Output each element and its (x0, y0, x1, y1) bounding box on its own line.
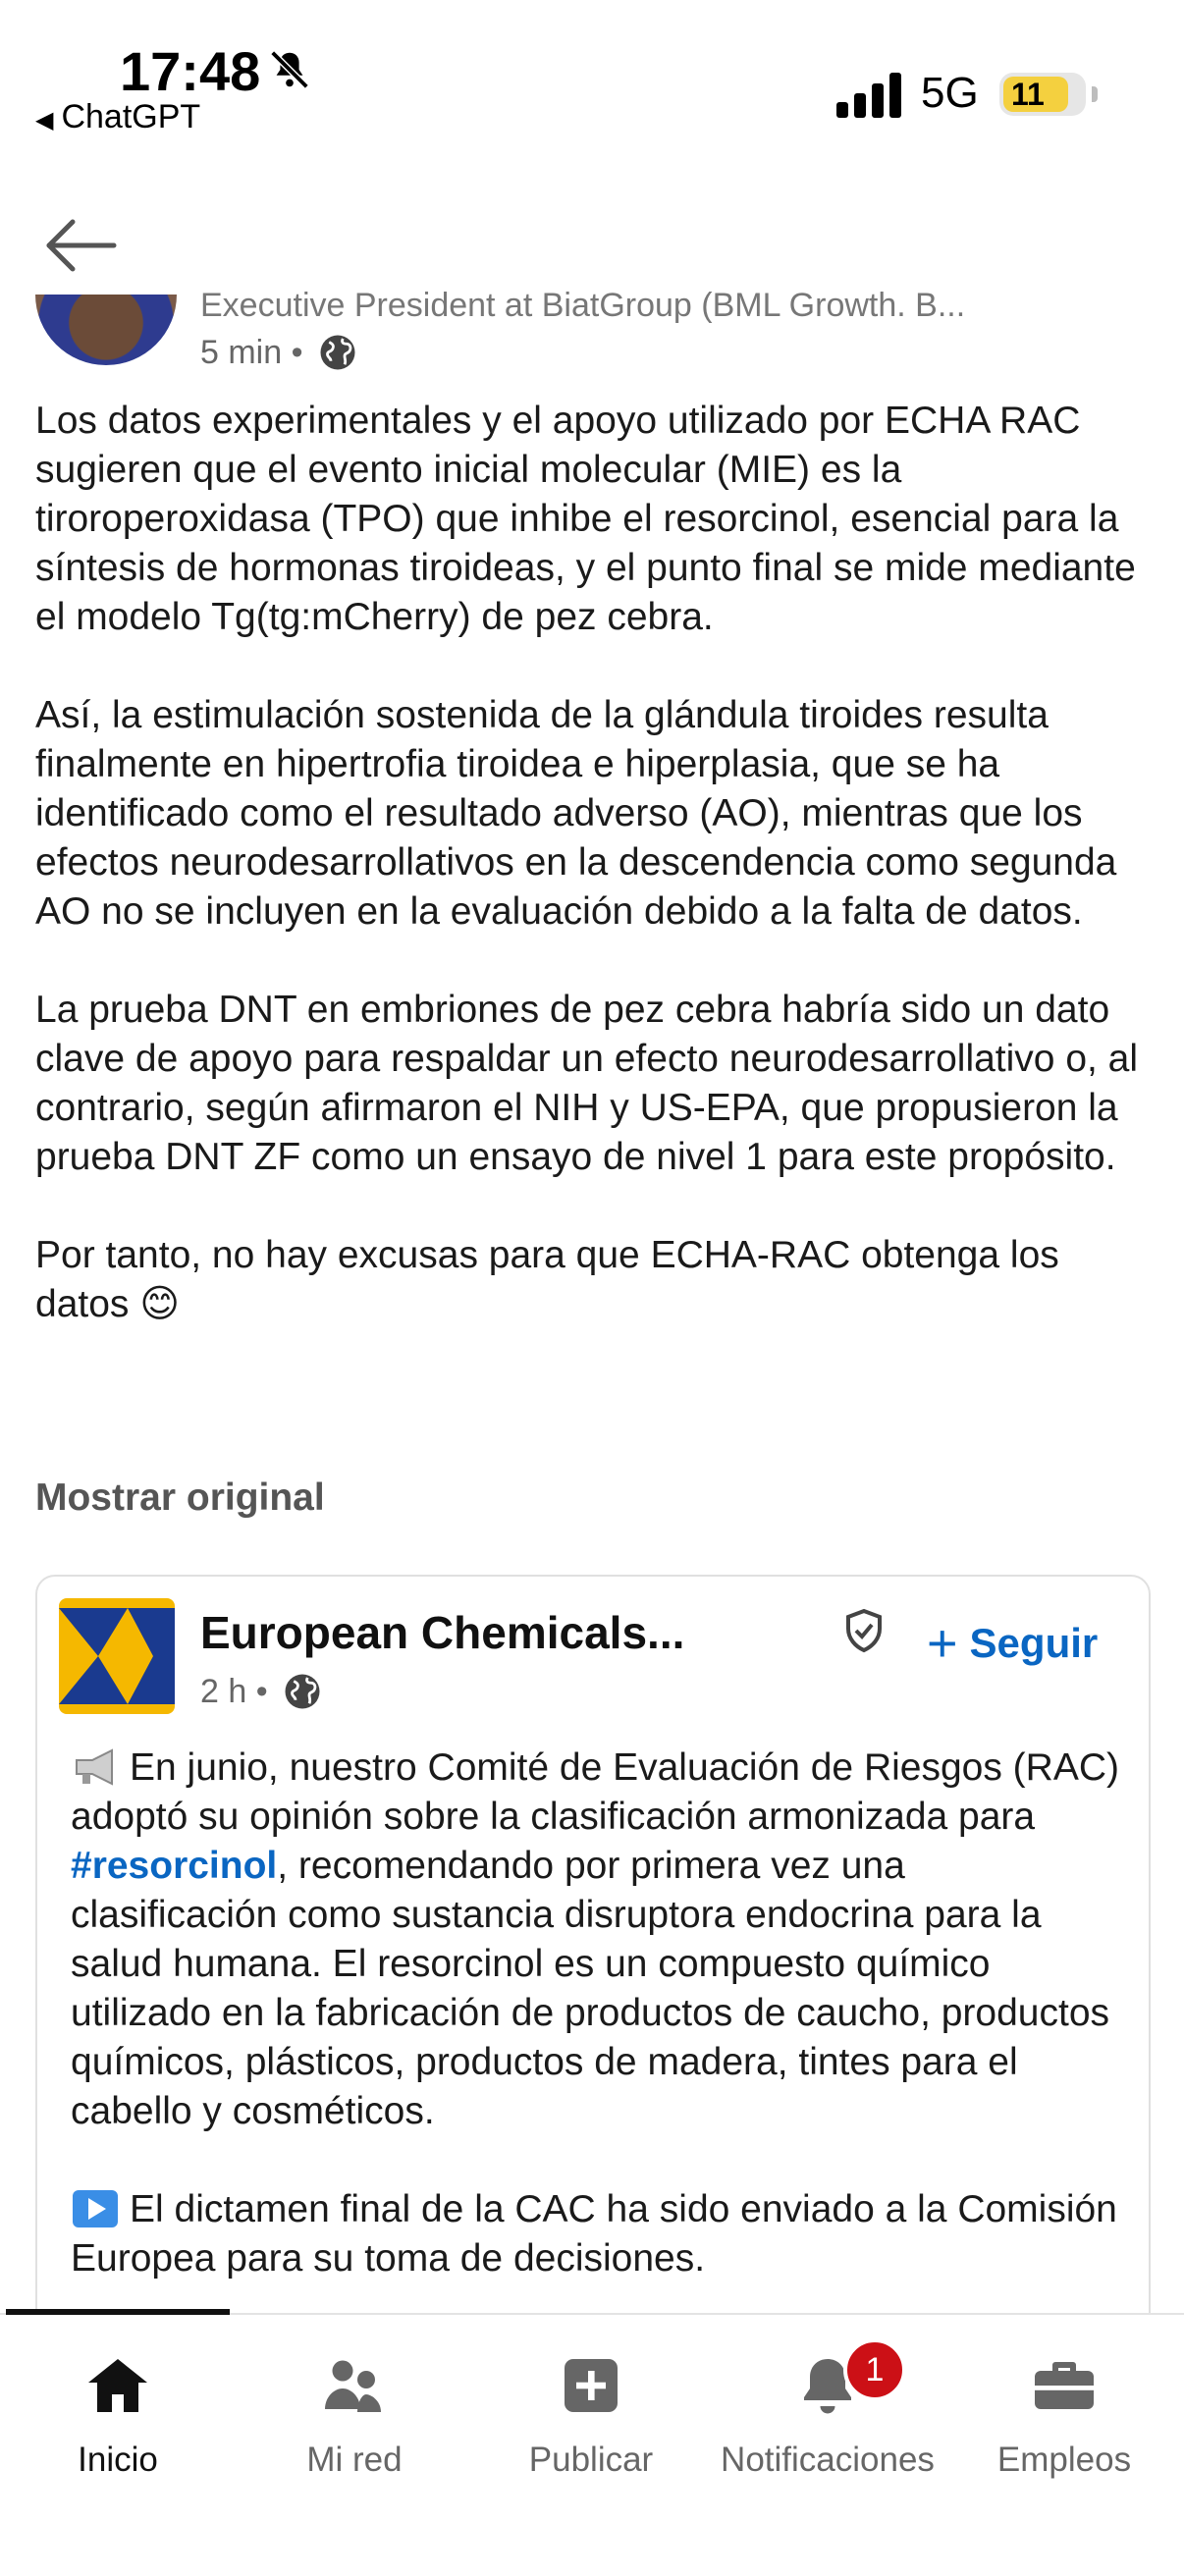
notification-badge: 1 (843, 2338, 906, 2401)
tab-label: Empleos (996, 2441, 1132, 2479)
tab-inicio[interactable]: Inicio (0, 2350, 236, 2480)
verified-shield-icon (846, 1608, 882, 1653)
shared-post-body: En junio, nuestro Comité de Evaluación d… (71, 1744, 1121, 2333)
author-avatar[interactable] (35, 295, 177, 365)
tab-label: Inicio (78, 2441, 158, 2479)
tab-notificaciones[interactable]: 1 Notificaciones (710, 2338, 945, 2480)
active-tab-indicator (6, 2309, 230, 2315)
tab-label: Mi red (306, 2441, 403, 2479)
tab-label: Notificaciones (721, 2441, 935, 2479)
home-icon (88, 2359, 147, 2412)
show-original-link[interactable]: Mostrar original (35, 1476, 325, 1520)
org-post-meta: 2 h • (200, 1671, 323, 1712)
back-triangle-icon: ◀ (35, 107, 54, 134)
tab-empleos[interactable]: Empleos (946, 2350, 1182, 2480)
author-headline: Executive President at BiatGroup (BML Gr… (200, 291, 966, 324)
battery-level: 11 (1011, 77, 1045, 112)
post-body: Los datos experimentales y el apoyo util… (35, 397, 1155, 1378)
tab-label: Publicar (528, 2441, 654, 2479)
shared-paragraph: El dictamen final de la CAC ha sido envi… (71, 2188, 1117, 2280)
back-app-label: ChatGPT (61, 98, 201, 135)
post-paragraph: Los datos experimentales y el apoyo util… (35, 400, 1147, 638)
status-bar: 17:48 ◀ ChatGPT 5G 11 (0, 0, 1184, 157)
plus-icon: + (927, 1614, 958, 1673)
post-paragraph: Por tanto, no hay excusas para que ECHA-… (35, 1234, 1070, 1325)
shared-post-card[interactable]: European Chemicals... + Seguir 2 h • En … (35, 1575, 1151, 2364)
org-post-time: 2 h (200, 1672, 247, 1710)
post-paragraph: Así, la estimulación sostenida de la glá… (35, 694, 1126, 933)
post-meta: 5 min • (200, 332, 358, 373)
tab-mi-red[interactable]: Mi red (237, 2350, 472, 2480)
post-time: 5 min (200, 333, 283, 371)
org-name[interactable]: European Chemicals... (200, 1606, 684, 1659)
network-type: 5G (921, 69, 979, 117)
clock: 17:48 (120, 40, 261, 102)
briefcase-icon (1035, 2362, 1094, 2409)
battery-icon: 11 (999, 73, 1098, 116)
bottom-tab-bar: Inicio Mi red Publicar 1 Notificaciones (0, 2309, 1184, 2576)
network-icon (325, 2360, 381, 2412)
echa-logo[interactable] (59, 1598, 175, 1714)
globe-icon (320, 335, 354, 370)
hashtag-link[interactable]: #resorcinol (71, 1845, 277, 1887)
signal-icon (836, 73, 901, 118)
play-button-icon (73, 2190, 118, 2227)
post-paragraph: La prueba DNT en embriones de pez cebra … (35, 989, 1149, 1178)
follow-label: Seguir (969, 1620, 1099, 1666)
tab-publicar[interactable]: Publicar (473, 2350, 709, 2480)
back-to-app[interactable]: ◀ ChatGPT (35, 98, 200, 136)
megaphone-icon (76, 1748, 113, 1786)
follow-button[interactable]: + Seguir (927, 1614, 1099, 1673)
post-icon (565, 2359, 618, 2412)
globe-icon (285, 1674, 320, 1709)
bell-off-icon (270, 50, 309, 89)
shared-paragraph: En junio, nuestro Comité de Evaluación d… (71, 1746, 1120, 2132)
back-arrow-icon[interactable] (43, 216, 118, 275)
